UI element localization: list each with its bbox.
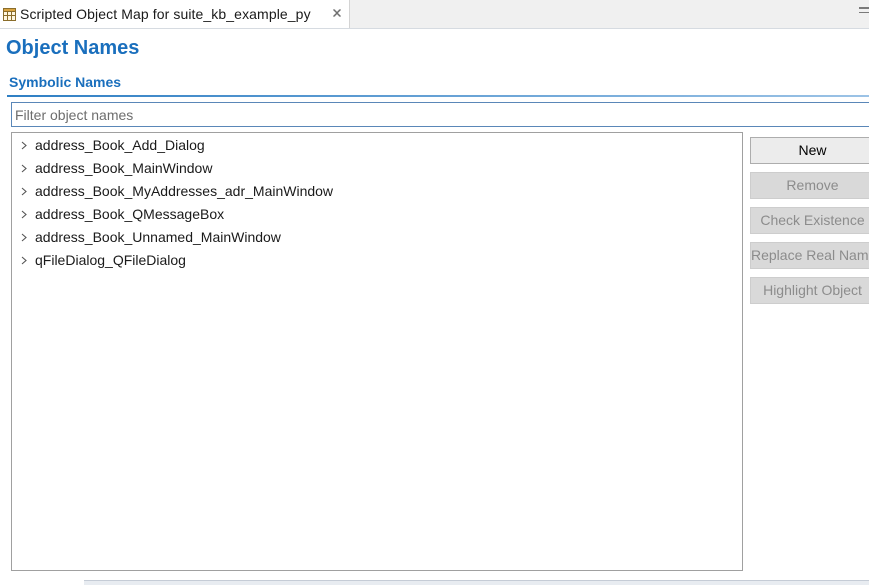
symbolic-names-tree[interactable]: address_Book_Add_Dialog address_Book_Mai… <box>11 132 743 571</box>
tree-item-label: address_Book_Unnamed_MainWindow <box>35 229 281 245</box>
tree-item[interactable]: qFileDialog_QFileDialog <box>12 249 740 271</box>
remove-button[interactable]: Remove <box>750 172 869 199</box>
section-divider <box>7 95 869 97</box>
highlight-object-button[interactable]: Highlight Object <box>750 277 869 304</box>
new-button[interactable]: New <box>750 137 869 164</box>
tree-item[interactable]: address_Book_Unnamed_MainWindow <box>12 226 740 248</box>
page-title: Object Names <box>6 37 140 59</box>
object-map-icon <box>3 8 16 21</box>
tree-item-label: address_Book_MainWindow <box>35 160 213 176</box>
minimize-icon[interactable] <box>859 7 869 13</box>
chevron-right-icon[interactable] <box>20 164 28 173</box>
tree-item-label: address_Book_QMessageBox <box>35 206 225 222</box>
tree-item[interactable]: address_Book_Add_Dialog <box>12 134 740 156</box>
replace-real-name-button[interactable]: Replace Real Name <box>750 242 869 269</box>
close-icon[interactable] <box>331 7 343 19</box>
tree-item-label: address_Book_MyAddresses_adr_MainWindow <box>35 183 334 199</box>
tree-item[interactable]: address_Book_MainWindow <box>12 157 740 179</box>
tree-item[interactable]: address_Book_QMessageBox <box>12 203 740 225</box>
chevron-right-icon[interactable] <box>20 210 28 219</box>
section-title: Symbolic Names <box>9 74 122 90</box>
editor-tab-title: Scripted Object Map for suite_kb_example… <box>20 6 311 22</box>
chevron-right-icon[interactable] <box>20 233 28 242</box>
editor-tab-bar: Scripted Object Map for suite_kb_example… <box>0 0 869 29</box>
chevron-right-icon[interactable] <box>20 141 28 150</box>
tree-item-label: address_Book_Add_Dialog <box>35 137 205 153</box>
object-map-editor: Scripted Object Map for suite_kb_example… <box>0 0 869 585</box>
check-existence-button[interactable]: Check Existence <box>750 207 869 234</box>
tree-item-label: qFileDialog_QFileDialog <box>35 252 186 268</box>
editor-tab[interactable]: Scripted Object Map for suite_kb_example… <box>0 0 350 28</box>
chevron-right-icon[interactable] <box>20 187 28 196</box>
bottom-panel-edge <box>84 580 869 585</box>
filter-input[interactable] <box>11 102 869 127</box>
chevron-right-icon[interactable] <box>20 256 28 265</box>
tree-item[interactable]: address_Book_MyAddresses_adr_MainWindow <box>12 180 740 202</box>
